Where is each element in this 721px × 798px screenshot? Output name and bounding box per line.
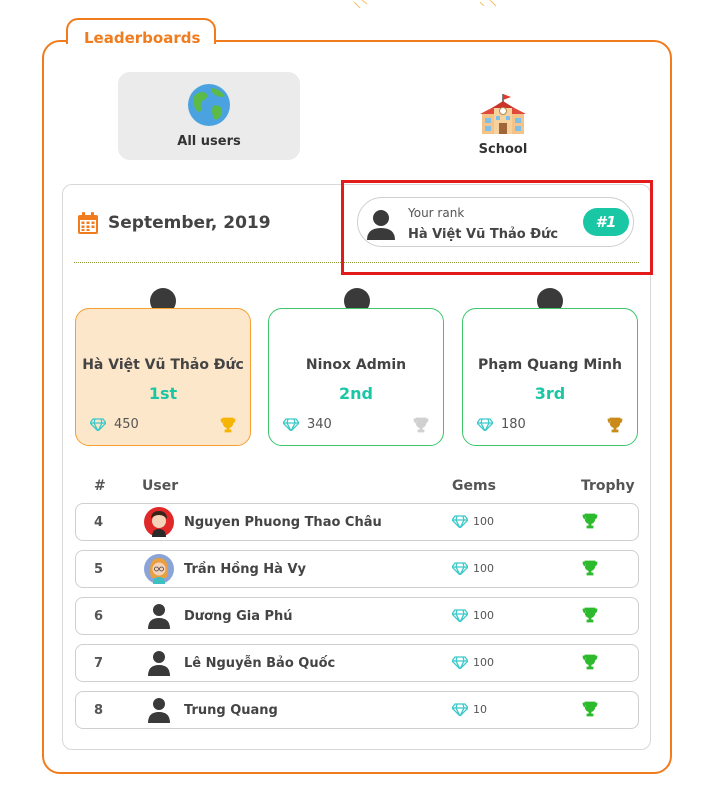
table-row[interactable]: 4 Nguyen Phuong Thao Châu 100	[75, 503, 639, 541]
period-header: September, 2019	[78, 212, 271, 234]
podium-card-second: Ninox Admin 2nd 340	[268, 308, 444, 446]
column-header-rank: #	[94, 478, 106, 494]
default-avatar-icon	[148, 604, 170, 629]
user-gems: 100	[473, 562, 494, 575]
trophy-icon	[413, 417, 429, 433]
trophy-icon	[582, 654, 598, 670]
column-header-gems: Gems	[452, 478, 496, 494]
gem-icon	[452, 515, 468, 528]
period-label: September, 2019	[108, 213, 271, 233]
calendar-icon	[78, 212, 98, 234]
table-row[interactable]: 8 Trung Quang 10	[75, 691, 639, 729]
podium-gems: 180	[501, 417, 526, 432]
gem-icon	[452, 609, 468, 622]
tab-school[interactable]: School	[412, 78, 594, 166]
user-name: Dương Gia Phú	[184, 609, 293, 624]
column-header-trophy: Trophy	[581, 478, 635, 494]
user-gems: 100	[473, 656, 494, 669]
table-row[interactable]: 6 Dương Gia Phú 100	[75, 597, 639, 635]
default-avatar-icon	[148, 651, 170, 676]
user-name: Lê Nguyễn Bảo Quốc	[184, 656, 336, 671]
podium-place: 3rd	[534, 384, 566, 403]
user-name: Trần Hồng Hà Vy	[184, 562, 307, 577]
globe-icon	[188, 84, 230, 126]
gem-icon	[452, 703, 468, 716]
girl-avatar-icon	[144, 554, 174, 584]
trophy-icon	[582, 701, 598, 717]
decoration-marks	[353, 0, 497, 9]
highlight-box	[341, 180, 653, 275]
trophy-icon	[220, 417, 236, 433]
table-row[interactable]: 7 Lê Nguyễn Bảo Quốc 100	[75, 644, 639, 682]
girl-avatar-icon	[144, 507, 174, 537]
trophy-icon	[582, 513, 598, 529]
podium-name: Ninox Admin	[305, 357, 407, 373]
user-gems: 100	[473, 609, 494, 622]
podium-gems: 450	[114, 417, 139, 432]
trophy-icon	[607, 417, 623, 433]
user-gems: 10	[473, 703, 487, 716]
podium-card-third: Phạm Quang Minh 3rd 180	[462, 308, 638, 446]
podium-gems: 340	[307, 417, 332, 432]
tab-all-users[interactable]: All users	[118, 72, 300, 160]
tab-all-users-label: All users	[177, 134, 241, 149]
gem-icon	[452, 656, 468, 669]
podium-place: 1st	[148, 384, 178, 403]
podium-name: Hà Việt Vũ Thảo Đức	[82, 357, 244, 373]
table-row[interactable]: 5 Trần Hồng Hà Vy 100	[75, 550, 639, 588]
podium-place: 2nd	[339, 384, 373, 403]
gem-icon	[283, 418, 299, 431]
user-gems: 100	[473, 515, 494, 528]
user-name: Nguyen Phuong Thao Châu	[184, 515, 382, 530]
trophy-icon	[582, 560, 598, 576]
gem-icon	[90, 418, 106, 431]
gem-icon	[477, 418, 493, 431]
podium-name: Phạm Quang Minh	[478, 357, 622, 373]
tab-school-label: School	[478, 142, 528, 157]
gem-icon	[452, 562, 468, 575]
school-building-icon	[480, 94, 526, 134]
podium-card-first: Hà Việt Vũ Thảo Đức 1st 450	[75, 308, 251, 446]
column-header-user: User	[142, 478, 179, 494]
user-name: Trung Quang	[184, 703, 278, 718]
trophy-icon	[582, 607, 598, 623]
page-title: Leaderboards	[84, 29, 201, 47]
default-avatar-icon	[148, 698, 170, 723]
